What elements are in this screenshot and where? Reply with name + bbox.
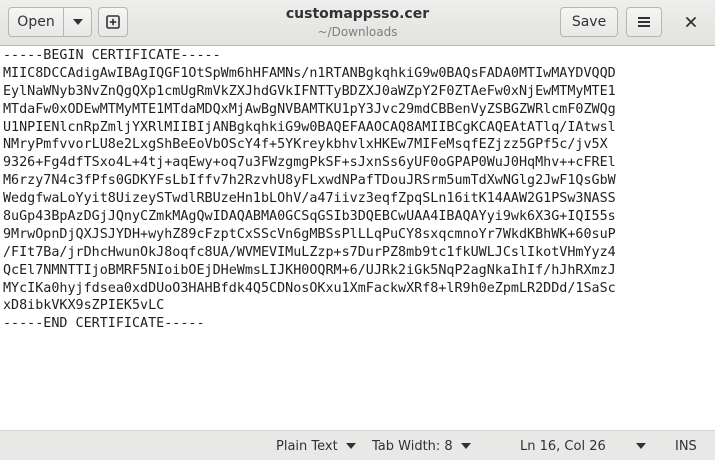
chevron-down-icon [460,443,471,449]
new-document-button[interactable] [98,7,128,37]
editor-line: 8uGp43BpAzDGjJQnyCZmkMAgQwIDAQABMA0GCSqG… [3,209,616,225]
editor-line: -----BEGIN CERTIFICATE----- [3,48,221,63]
open-button-label: Open [17,14,55,30]
tab-width-label: Tab Width: 8 [372,438,453,454]
editor-line: EylNaWNyb3NvZnQgQXp1cmUgRmVkZXJhdGVkIFNT… [3,83,616,99]
editor-line: QcEl7NMNTTIjoBMRF5NIoibOEjDHeWmsLIJKH0OQ… [3,262,616,278]
language-label: Plain Text [276,438,338,454]
tab-width-selector[interactable]: Tab Width: 8 [372,437,471,455]
close-window-button[interactable] [676,7,706,37]
editor-line: WedgfwaLoYyit8UizeySTwdlRBUzeHn1bLOhV/a4… [3,191,616,207]
open-button[interactable]: Open [8,7,64,37]
open-button-group: Open [8,7,92,37]
main-menu-button[interactable] [626,7,662,37]
chevron-down-icon [345,443,356,449]
hamburger-menu-icon [638,17,650,27]
cursor-position-selector[interactable]: Ln 16, Col 26 [520,437,646,455]
chevron-down-icon [72,19,83,25]
editor-line: /FIt7Ba/jrDhcHwunOkJ8oqfc8UA/WVMEVIMuLZz… [3,244,616,260]
editor-line: 9MrwOpnDjQXJSJYDH+wyhZ89cFzptCxSScVn6gMB… [3,226,616,242]
editor-line: MIIC8DCCAdigAwIBAgIQGF1OtSpWm6hHFAMNs/n1… [3,65,616,81]
save-button[interactable]: Save [560,7,618,37]
text-editor-window: Open customappsso.cer ~/Downloads Save -… [0,0,715,460]
editor-line: xD8ibkVKX9sZPIEK5vLC [3,298,165,314]
save-button-label: Save [571,14,607,30]
chevron-down-icon [635,443,646,449]
insert-mode-label: INS [675,438,697,454]
editor-line: MTdaFw0xODEwMTMyMTE1MTdaMDQxMjAwBgNVBAMT… [3,101,616,117]
window-title: customappsso.cer [285,6,430,22]
header-bar: Open customappsso.cer ~/Downloads Save [0,0,715,46]
status-bar: Plain Text Tab Width: 8 Ln 16, Col 26 IN… [0,430,715,460]
open-recent-menu-button[interactable] [64,7,92,37]
close-icon [686,17,696,27]
editor-line: -----END CERTIFICATE----- [3,316,205,332]
editor-line: 9326+Fg4dfTSxo4L+4tj+aqEwy+oq7u3FWzgmgPk… [3,155,616,171]
window-title-block: customappsso.cer ~/Downloads [240,4,475,40]
editor-line: NMryPmfvvorLU8e2LxgShBeEoVbOScY4f+5YKrey… [3,137,608,153]
insert-mode-indicator[interactable]: INS [675,437,697,455]
editor-lines: -----BEGIN CERTIFICATE----- MIIC8DCCAdigA… [0,46,715,333]
cursor-position-label: Ln 16, Col 26 [520,438,606,454]
language-selector[interactable]: Plain Text [276,437,356,455]
window-subtitle: ~/Downloads [317,25,398,39]
editor-line: MYcIKa0hyjfdsea0xdDUoO3HAHBfdk4Q5CDNosOK… [3,280,616,296]
new-document-icon [106,15,120,29]
text-editor-area[interactable]: -----BEGIN CERTIFICATE----- MIIC8DCCAdigA… [0,46,715,430]
editor-line: M6rzy7N4c3fPfs0GDKYFsLbIffv7h2RzvhU8yFLx… [3,173,616,189]
editor-line: U1NPIENlcnRpZmljYXRlMIIBIjANBgkqhkiG9w0B… [3,119,616,135]
